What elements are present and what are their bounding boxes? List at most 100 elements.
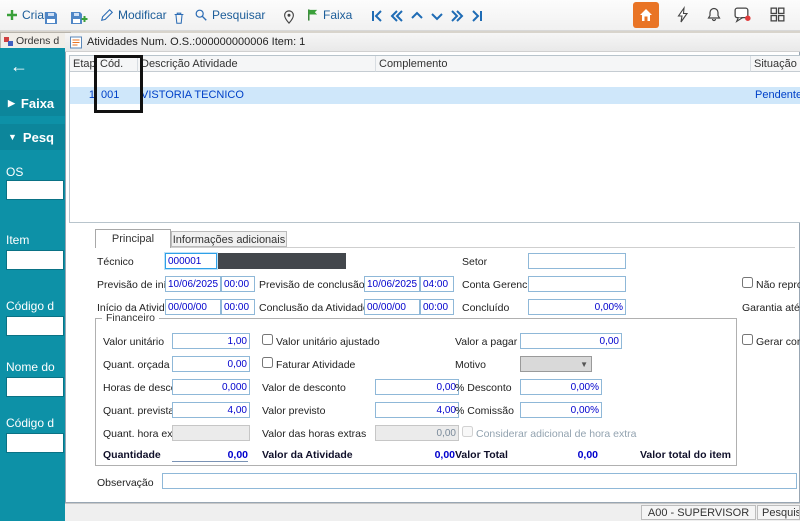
- cell-cod: 001: [101, 87, 137, 104]
- conta-gerencial-input[interactable]: [528, 276, 626, 292]
- considerar-adicional-label: Considerar adicional de hora extra: [476, 428, 637, 440]
- previsao-conclusao-date-input[interactable]: [364, 276, 420, 292]
- chevron-down-icon: ▼: [580, 360, 588, 369]
- plus-icon: [6, 9, 18, 21]
- save-new-button[interactable]: [70, 6, 88, 30]
- nav-down-button[interactable]: [428, 6, 446, 26]
- faturar-atividade-label: Faturar Atividade: [276, 359, 355, 371]
- setor-input[interactable]: [528, 253, 626, 269]
- col-header-situacao[interactable]: Situação: [751, 56, 800, 72]
- quant-prevista-label: Quant. prevista: [103, 405, 174, 417]
- pct-comissao-input[interactable]: [520, 402, 602, 418]
- inicio-atividade-time-input[interactable]: [221, 299, 255, 315]
- bell-icon: [706, 6, 722, 23]
- faixa-label: Faixa: [323, 8, 352, 22]
- col-header-etapa[interactable]: Etapa: [70, 56, 97, 72]
- conclusao-atividade-date-input[interactable]: [364, 299, 420, 315]
- item-input[interactable]: [6, 250, 64, 270]
- home-button[interactable]: [633, 2, 659, 28]
- pct-desconto-label: % Desconto: [455, 382, 512, 394]
- save-button[interactable]: [44, 6, 58, 30]
- pct-comissao-label: % Comissão: [455, 405, 514, 417]
- col-header-cod[interactable]: Cód.: [97, 56, 138, 72]
- valor-atividade-label: Valor da Atividade: [262, 449, 353, 461]
- dialog-title: Atividades Num. O.S.:000000000006 Item: …: [87, 36, 305, 48]
- status-user: A00 - SUPERVISOR: [641, 505, 756, 520]
- observacao-input[interactable]: [162, 473, 797, 489]
- valor-horas-extras-input: [375, 425, 459, 441]
- apps-grid-button[interactable]: [769, 6, 786, 26]
- status-bar: A00 - SUPERVISOR Pesquisar: [65, 503, 800, 521]
- delete-button[interactable]: [172, 6, 186, 30]
- previsao-conclusao-time-input[interactable]: [420, 276, 454, 292]
- chat-button[interactable]: [733, 6, 751, 26]
- financeiro-legend: Financeiro: [102, 312, 159, 324]
- valor-desconto-input[interactable]: [375, 379, 459, 395]
- faturar-atividade-checkbox[interactable]: [262, 357, 273, 368]
- pencil-icon: [100, 8, 114, 22]
- previsao-inicio-time-input[interactable]: [221, 276, 255, 292]
- nav-up-button[interactable]: [408, 6, 426, 26]
- pct-desconto-input[interactable]: [520, 379, 602, 395]
- os-label: OS: [6, 165, 23, 179]
- quant-orcada-input[interactable]: [172, 356, 250, 372]
- valor-horas-extras-label: Valor das horas extras: [262, 428, 366, 440]
- quantidade-value: 0,00: [172, 449, 248, 462]
- conta-gerencial-label: Conta Gerencial: [462, 279, 538, 291]
- grid-row-selected[interactable]: 1 001 VISTORIA TECNICO Pendente: [70, 87, 800, 104]
- save-plus-icon: [70, 11, 88, 25]
- modificar-button[interactable]: Modificar: [100, 3, 167, 27]
- gerar-conta-checkbox[interactable]: [742, 334, 753, 345]
- faixa-button[interactable]: Faixa: [306, 3, 352, 27]
- tab-principal[interactable]: Principal: [95, 229, 171, 248]
- considerar-adicional-checkbox: [462, 426, 473, 437]
- valor-unitario-ajustado-checkbox[interactable]: [262, 334, 273, 345]
- gerar-conta-label: Gerar conta: [756, 336, 800, 348]
- pin-icon: [282, 9, 296, 25]
- valor-desconto-label: Valor de desconto: [262, 382, 346, 394]
- codigo2-input[interactable]: [6, 433, 64, 453]
- nao-reprogramar-label: Não reprog: [756, 279, 800, 291]
- valor-previsto-input[interactable]: [375, 402, 459, 418]
- nav-previous-button[interactable]: [388, 6, 406, 26]
- cell-descricao: VISTORIA TECNICO: [141, 87, 375, 104]
- status-mode: Pesquisar: [757, 505, 800, 520]
- pesquisar-label: Pesquisar: [212, 8, 265, 22]
- back-arrow-icon[interactable]: ←: [10, 56, 28, 77]
- nome-input[interactable]: [6, 377, 64, 397]
- item-label: Item: [6, 233, 29, 247]
- save-icon: [44, 11, 58, 25]
- tecnico-input[interactable]: [165, 253, 217, 269]
- codigo1-input[interactable]: [6, 316, 64, 336]
- chevron-right-icon: ▶: [8, 98, 15, 109]
- inicio-atividade-date-input[interactable]: [165, 299, 221, 315]
- os-input[interactable]: [6, 180, 64, 200]
- previsao-inicio-date-input[interactable]: [165, 276, 221, 292]
- location-button[interactable]: [282, 5, 296, 29]
- codigo1-label: Código d: [6, 299, 54, 313]
- col-header-descricao[interactable]: Descrição Atividade: [138, 56, 376, 72]
- nav-first-button[interactable]: [368, 6, 386, 26]
- nav-next-button[interactable]: [448, 6, 466, 26]
- valor-a-pagar-input[interactable]: [520, 333, 622, 349]
- grid-icon: [769, 6, 786, 23]
- conclusao-atividade-time-input[interactable]: [420, 299, 454, 315]
- motivo-select[interactable]: ▼: [520, 356, 592, 372]
- horas-desconto-input[interactable]: [172, 379, 250, 395]
- quant-orcada-label: Quant. orçada: [103, 359, 170, 371]
- nao-reprogramar-checkbox[interactable]: [742, 277, 753, 288]
- trash-icon: [172, 11, 186, 25]
- concluido-input[interactable]: [528, 299, 626, 315]
- quant-prevista-input[interactable]: [172, 402, 250, 418]
- main-toolbar: Criar Modificar Pesquisar Faixa: [0, 0, 800, 31]
- valor-unitario-input[interactable]: [172, 333, 250, 349]
- tab-informacoes-adicionais[interactable]: Informações adicionais: [171, 231, 287, 247]
- nav-last-button[interactable]: [468, 6, 486, 26]
- quick-access-button[interactable]: [675, 6, 691, 27]
- criar-button[interactable]: Criar: [6, 3, 48, 27]
- quantidade-label: Quantidade: [103, 449, 161, 461]
- valor-atividade-value: 0,00: [375, 449, 455, 461]
- notifications-button[interactable]: [706, 6, 722, 26]
- col-header-complemento[interactable]: Complemento: [376, 56, 751, 72]
- pesquisar-button[interactable]: Pesquisar: [194, 3, 265, 27]
